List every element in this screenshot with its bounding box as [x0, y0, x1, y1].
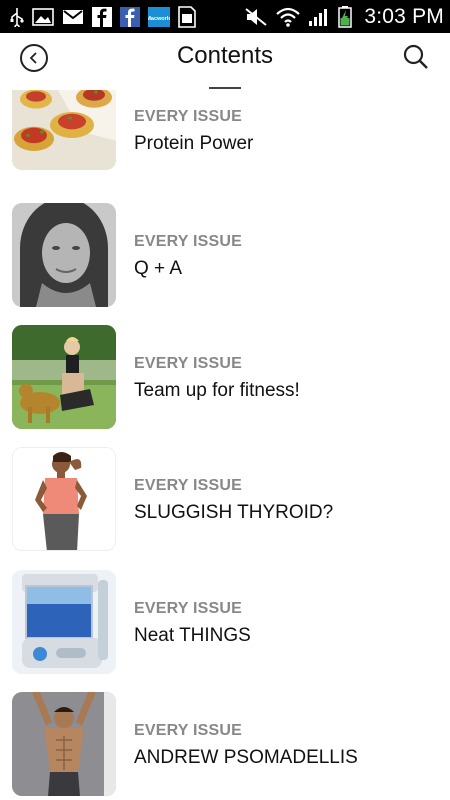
article-title: SLUGGISH THYROID?	[134, 502, 334, 523]
search-button[interactable]	[402, 43, 430, 71]
article-kicker: EVERY ISSUE	[134, 722, 243, 739]
wifi-icon	[276, 6, 301, 28]
article-kicker: EVERY ISSUE	[134, 355, 243, 372]
article-kicker: EVERY ISSUE	[134, 477, 243, 494]
thumbnail-protein-power	[12, 90, 116, 170]
status-bar: Macworld 3:03 PM	[0, 0, 450, 33]
list-item[interactable]: EVERY ISSUE Protein Power	[0, 90, 450, 182]
contents-list[interactable]: EVERY ISSUE Protein Power EVERY ISSUE Q …	[0, 90, 450, 800]
article-kicker: EVERY ISSUE	[134, 108, 243, 125]
usb-icon	[10, 6, 24, 28]
thumbnail-neat-things	[12, 570, 116, 674]
gmail-icon	[62, 6, 84, 28]
facebook-icon	[92, 6, 112, 28]
sim-icon	[178, 5, 196, 28]
thumbnail-team-up-for-fitness	[12, 325, 116, 429]
mute-icon	[244, 6, 268, 28]
article-title: Protein Power	[134, 133, 254, 154]
app-header: Contents	[0, 33, 450, 90]
page-title: Contents	[176, 42, 274, 69]
article-title: Neat THINGS	[134, 625, 251, 646]
image-icon	[32, 6, 54, 28]
article-kicker: EVERY ISSUE	[134, 233, 243, 250]
list-item[interactable]: EVERY ISSUE Team up for fitness!	[0, 325, 450, 429]
list-item[interactable]: EVERY ISSUE ANDREW PSOMADELLIS	[0, 692, 450, 796]
list-item[interactable]: EVERY ISSUE SLUGGISH THYROID?	[0, 447, 450, 551]
title-divider	[209, 87, 241, 89]
battery-charging-icon	[338, 5, 353, 28]
system-icons: 3:03 PM	[244, 5, 444, 29]
thumbnail-q-and-a	[12, 203, 116, 307]
macworld-icon: Macworld	[148, 6, 170, 28]
article-kicker: EVERY ISSUE	[134, 600, 243, 617]
thumbnail-andrew-psomadellis	[12, 692, 116, 796]
notification-icons: Macworld	[10, 5, 196, 28]
list-item[interactable]: EVERY ISSUE Q + A	[0, 203, 450, 307]
clock: 3:03 PM	[364, 4, 444, 28]
list-item[interactable]: EVERY ISSUE Neat THINGS	[0, 570, 450, 674]
article-title: ANDREW PSOMADELLIS	[134, 747, 358, 768]
search-icon	[403, 44, 428, 69]
signal-icon	[308, 6, 330, 28]
thumbnail-sluggish-thyroid	[12, 447, 116, 551]
svg-text:Macworld: Macworld	[148, 16, 170, 22]
facebook-icon	[120, 6, 140, 28]
article-title: Q + A	[134, 258, 183, 279]
article-title: Team up for fitness!	[134, 380, 300, 401]
